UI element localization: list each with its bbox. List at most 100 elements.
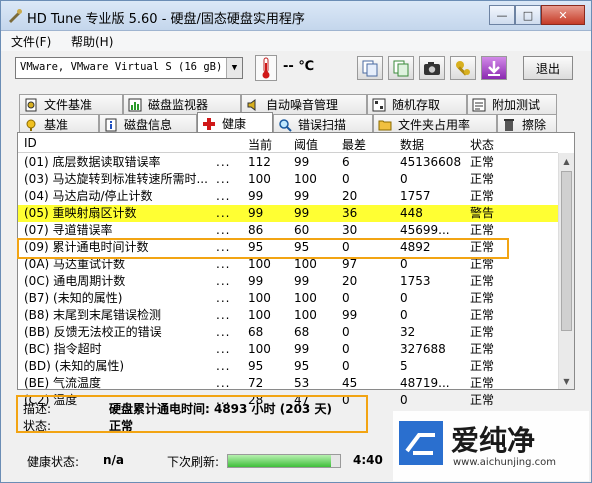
cell-dots: ... bbox=[216, 291, 231, 305]
cell-data: 1757 bbox=[400, 189, 431, 203]
menu-help[interactable]: 帮助(H) bbox=[71, 33, 113, 50]
table-row[interactable]: (BD) (未知的属性)... 95 95 0 5 正常 bbox=[18, 358, 558, 375]
trash-icon bbox=[504, 118, 514, 131]
title-bar: HD Tune 专业版 5.60 - 硬盘/固态硬盘实用程序 — □ ✕ bbox=[1, 1, 591, 31]
cell-dots: ... bbox=[216, 206, 231, 220]
close-button[interactable]: ✕ bbox=[541, 5, 585, 25]
scroll-down-icon[interactable]: ▼ bbox=[559, 373, 574, 389]
benchmark-icon bbox=[26, 119, 36, 131]
table-row[interactable]: (04) 马达启动/停止计数... 99 99 20 1757 正常 bbox=[18, 188, 558, 205]
tab-label: 基准 bbox=[44, 118, 69, 132]
hdtune-app-icon bbox=[9, 9, 22, 23]
tab-benchmark[interactable]: 基准 bbox=[19, 114, 99, 134]
screenshot-button[interactable] bbox=[419, 56, 445, 80]
cell-current: 72 bbox=[248, 376, 264, 390]
tab-label: 擦除 bbox=[522, 118, 547, 132]
cell-data: 0 bbox=[400, 308, 408, 322]
tab-disk-info[interactable]: 磁盘信息 bbox=[99, 114, 197, 134]
cell-current: 99 bbox=[248, 189, 264, 203]
cell-worst: 0 bbox=[342, 359, 350, 373]
cell-dots: ... bbox=[216, 342, 231, 356]
scroll-thumb[interactable] bbox=[561, 171, 572, 331]
cell-status: 正常 bbox=[470, 359, 495, 373]
column-worst[interactable]: 最差 bbox=[342, 136, 366, 153]
options-button[interactable] bbox=[450, 56, 476, 80]
thermometer-icon bbox=[255, 55, 277, 81]
app-window: HD Tune 专业版 5.60 - 硬盘/固态硬盘实用程序 — □ ✕ 文件(… bbox=[0, 0, 592, 483]
tab-extra-tests[interactable]: 附加测试 bbox=[467, 94, 557, 114]
cell-worst: 99 bbox=[342, 308, 358, 322]
copy-all-icon bbox=[393, 60, 409, 77]
cell-dots: ... bbox=[216, 189, 231, 203]
minimize-button[interactable]: — bbox=[489, 5, 515, 25]
camera-icon bbox=[424, 62, 440, 75]
cell-data: 0 bbox=[400, 291, 408, 305]
table-row[interactable]: (05) 重映射扇区计数... 99 99 36 448 警告 bbox=[18, 205, 558, 222]
cell-status: 正常 bbox=[470, 376, 495, 390]
column-threshold[interactable]: 阈值 bbox=[294, 136, 318, 153]
column-current[interactable]: 当前 bbox=[248, 136, 272, 153]
cell-current: 68 bbox=[248, 325, 264, 339]
cell-worst: 36 bbox=[342, 206, 358, 220]
tab-erase[interactable]: 擦除 bbox=[497, 114, 557, 134]
table-row[interactable]: (0A) 马达重试计数... 100 100 97 0 正常 bbox=[18, 256, 558, 273]
table-row[interactable]: (03) 马达旋转到标准转速所需时...... 100 100 0 0 正常 bbox=[18, 171, 558, 188]
cell-threshold: 99 bbox=[294, 206, 310, 220]
description-label: 描述: bbox=[23, 402, 52, 416]
table-row[interactable]: (BB) 反馈无法校正的错误... 68 68 0 32 正常 bbox=[18, 324, 558, 341]
column-id[interactable]: ID bbox=[24, 136, 37, 150]
tab-label: 健康 bbox=[222, 117, 247, 131]
cell-status: 正常 bbox=[470, 155, 495, 169]
refresh-progress-fill bbox=[228, 455, 332, 467]
cell-worst: 20 bbox=[342, 274, 358, 288]
cell-data: 0 bbox=[400, 257, 408, 271]
tab-health[interactable]: 健康 bbox=[197, 112, 273, 134]
tab-label: 文件夹占用率 bbox=[398, 118, 471, 132]
cell-threshold: 53 bbox=[294, 376, 310, 390]
table-row[interactable]: (BC) 指令超时... 100 99 0 327688 正常 bbox=[18, 341, 558, 358]
cell-current: 100 bbox=[248, 291, 271, 305]
chevron-down-icon[interactable]: ▼ bbox=[226, 58, 242, 78]
menu-file[interactable]: 文件(F) bbox=[11, 33, 51, 50]
cell-id: (05) 重映射扇区计数 bbox=[24, 206, 137, 220]
drive-select[interactable]: VMware, VMware Virtual S (16 gB) ▼ bbox=[15, 57, 243, 79]
table-row[interactable]: (07) 寻道错误率... 86 60 30 45699... 正常 bbox=[18, 222, 558, 239]
table-row[interactable]: (09) 累计通电时间计数... 95 95 0 4892 正常 bbox=[18, 239, 558, 256]
tab-disk-monitor[interactable]: 磁盘监视器 bbox=[123, 94, 241, 114]
cell-current: 95 bbox=[248, 359, 264, 373]
table-row[interactable]: (0C) 通电周期计数... 99 99 20 1753 正常 bbox=[18, 273, 558, 290]
tab-folder-usage[interactable]: 文件夹占用率 bbox=[373, 114, 497, 134]
tab-error-scan[interactable]: 错误扫描 bbox=[273, 114, 373, 134]
disk-monitor-icon bbox=[128, 98, 142, 111]
save-button[interactable] bbox=[481, 56, 507, 80]
cell-dots: ... bbox=[216, 155, 231, 169]
tab-random-access[interactable]: 随机存取 bbox=[367, 94, 467, 114]
cell-data: 327688 bbox=[400, 342, 446, 356]
tab-aam[interactable]: 自动噪音管理 bbox=[241, 94, 367, 114]
copy-text-button[interactable] bbox=[357, 56, 383, 80]
tab-label: 随机存取 bbox=[392, 98, 441, 112]
cell-data: 448 bbox=[400, 206, 423, 220]
magnifier-icon bbox=[279, 118, 292, 132]
description-value: 硬盘累计通电时间: 4893 小时 (203 天) bbox=[109, 402, 332, 416]
copy-all-button[interactable] bbox=[388, 56, 414, 80]
column-data[interactable]: 数据 bbox=[400, 136, 424, 153]
table-row[interactable]: (B7) (未知的属性)... 100 100 0 0 正常 bbox=[18, 290, 558, 307]
cell-worst: 0 bbox=[342, 325, 350, 339]
vertical-scrollbar[interactable]: ▲ ▼ bbox=[558, 153, 574, 389]
scroll-up-icon[interactable]: ▲ bbox=[559, 153, 574, 169]
maximize-button[interactable]: □ bbox=[515, 5, 541, 25]
cell-current: 86 bbox=[248, 223, 264, 237]
tab-file-benchmark[interactable]: 文件基准 bbox=[19, 94, 123, 114]
table-row[interactable]: (01) 底层数据读取错误率... 112 99 6 45136608 正常 bbox=[18, 154, 558, 171]
table-row[interactable]: (BE) 气流温度... 72 53 45 48719... 正常 bbox=[18, 375, 558, 392]
window-title: HD Tune 专业版 5.60 - 硬盘/固态硬盘实用程序 bbox=[27, 12, 305, 27]
wrench-icon bbox=[456, 61, 470, 76]
speaker-icon bbox=[247, 98, 256, 111]
cell-id: (BB) 反馈无法校正的错误 bbox=[24, 325, 162, 339]
health-status-label: 健康状态: bbox=[27, 455, 80, 469]
table-row[interactable]: (B8) 末尾到末尾错误检测... 100 100 99 0 正常 bbox=[18, 307, 558, 324]
cell-id: (09) 累计通电时间计数 bbox=[24, 240, 149, 254]
exit-button[interactable]: 退出 bbox=[523, 56, 573, 80]
column-status[interactable]: 状态 bbox=[470, 136, 494, 153]
